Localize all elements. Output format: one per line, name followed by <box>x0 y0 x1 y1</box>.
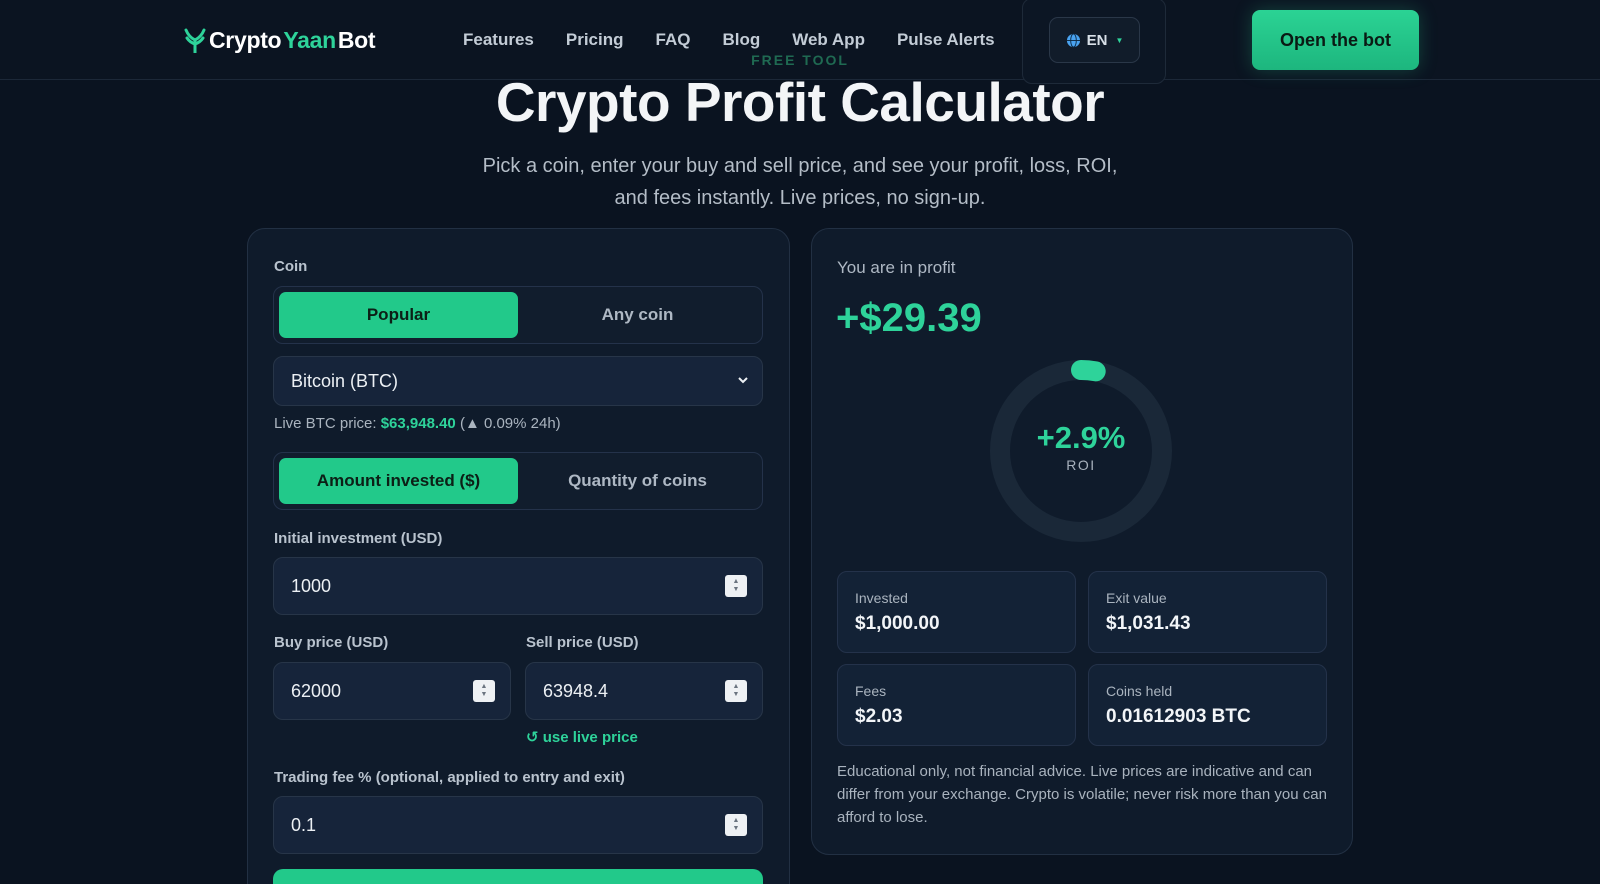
brand-logo[interactable]: Crypto Yaan Bot <box>183 24 376 56</box>
nav-pulse-alerts[interactable]: Pulse Alerts <box>897 28 995 52</box>
brand-name-3: Bot <box>337 26 376 53</box>
stepper-icon[interactable]: ▲ ▼ <box>473 680 495 702</box>
hero-eyebrow: FREE TOOL <box>751 52 849 68</box>
result-status: You are in profit <box>837 258 956 277</box>
caret-down-icon: ▼ <box>1115 35 1124 45</box>
stat-value: 0.01612903 BTC <box>1106 706 1251 727</box>
coin-select[interactable]: Bitcoin (BTC) <box>273 356 763 406</box>
stat-invested: Invested $1,000.00 <box>837 571 1076 653</box>
buy-price-label: Buy price (USD) <box>274 634 389 651</box>
tab-quantity-of-coins[interactable]: Quantity of coins <box>518 458 757 504</box>
roi-value: +2.9% <box>1036 420 1126 455</box>
roi-gauge-arc <box>1071 360 1106 382</box>
tab-amount-invested[interactable]: Amount invested ($) <box>279 458 518 504</box>
main-nav: Features Pricing FAQ Blog Web App Pulse … <box>463 28 995 52</box>
stat-label: Coins held <box>1106 683 1173 699</box>
trading-fee-input[interactable]: 0.1 ▲ ▼ <box>273 796 763 854</box>
nav-web-app[interactable]: Web App <box>792 28 865 52</box>
language-code: EN <box>1086 31 1108 49</box>
hero-subtitle: Pick a coin, enter your buy and sell pri… <box>450 150 1150 214</box>
sell-price-value: 63948.4 <box>543 680 609 701</box>
sell-price-input[interactable]: 63948.4 ▲ ▼ <box>525 662 763 720</box>
stat-value: $1,031.43 <box>1106 613 1191 634</box>
stepper-icon[interactable]: ▲ ▼ <box>725 575 747 597</box>
trading-fee-label: Trading fee % (optional, applied to entr… <box>274 769 625 786</box>
nav-blog[interactable]: Blog <box>722 28 760 52</box>
coin-select-value: Bitcoin (BTC) <box>291 370 399 391</box>
globe-icon <box>1066 32 1080 48</box>
open-bot-button[interactable]: Open the bot <box>1252 10 1419 70</box>
stat-coins-held: Coins held 0.01612903 BTC <box>1088 664 1327 746</box>
stat-label: Invested <box>855 590 908 606</box>
stat-label: Exit value <box>1106 590 1167 606</box>
initial-investment-value: 1000 <box>291 575 332 596</box>
live-price-change: (▲ 0.09% 24h) <box>455 415 561 432</box>
page-title: Crypto Profit Calculator <box>495 71 1105 133</box>
live-price-text: Live BTC price: $63,948.40 (▲ 0.09% 24h) <box>274 415 561 432</box>
trading-fee-value: 0.1 <box>291 814 317 835</box>
coin-label: Coin <box>274 258 308 275</box>
stepper-icon[interactable]: ▲ ▼ <box>725 814 747 836</box>
stat-label: Fees <box>855 683 887 699</box>
buy-price-input[interactable]: 62000 ▲ ▼ <box>273 662 511 720</box>
hero-subtitle-line-2: and fees instantly. Live prices, no sign… <box>614 187 986 209</box>
chevron-down-icon <box>738 377 748 384</box>
brand-name-2: Yaan <box>283 26 336 53</box>
nav-faq[interactable]: FAQ <box>656 28 691 52</box>
profit-amount: +$29.39 <box>836 296 982 340</box>
stat-exit-value: Exit value $1,031.43 <box>1088 571 1327 653</box>
buy-price-value: 62000 <box>291 680 342 701</box>
live-price-value: $63,948.40 <box>380 415 456 432</box>
initial-investment-label: Initial investment (USD) <box>274 530 443 547</box>
tab-popular[interactable]: Popular <box>279 292 518 338</box>
stat-value: $1,000.00 <box>855 613 940 634</box>
stepper-icon[interactable]: ▲ ▼ <box>725 680 747 702</box>
language-selector[interactable]: EN ▼ <box>1049 17 1140 63</box>
use-live-price-link[interactable]: ↺ use live price <box>526 728 638 746</box>
tab-any-coin[interactable]: Any coin <box>518 292 757 338</box>
stat-fees: Fees $2.03 <box>837 664 1076 746</box>
brand-mark-icon <box>184 28 206 53</box>
nav-features[interactable]: Features <box>463 28 534 52</box>
initial-investment-input[interactable]: 1000 ▲ ▼ <box>273 557 763 615</box>
nav-pricing[interactable]: Pricing <box>566 28 624 52</box>
brand-name-1: Crypto <box>209 26 282 53</box>
stat-value: $2.03 <box>855 706 903 727</box>
hero-subtitle-line-1: Pick a coin, enter your buy and sell pri… <box>482 155 1118 177</box>
input-mode-toggle: Amount invested ($) Quantity of coins <box>273 452 763 510</box>
calculate-button[interactable] <box>273 869 763 884</box>
disclaimer-text: Educational only, not financial advice. … <box>837 763 1327 826</box>
sell-price-label: Sell price (USD) <box>526 634 639 651</box>
coin-source-toggle: Popular Any coin <box>273 286 763 344</box>
roi-label: ROI <box>1066 457 1096 473</box>
live-price-prefix: Live BTC price: <box>274 415 381 432</box>
